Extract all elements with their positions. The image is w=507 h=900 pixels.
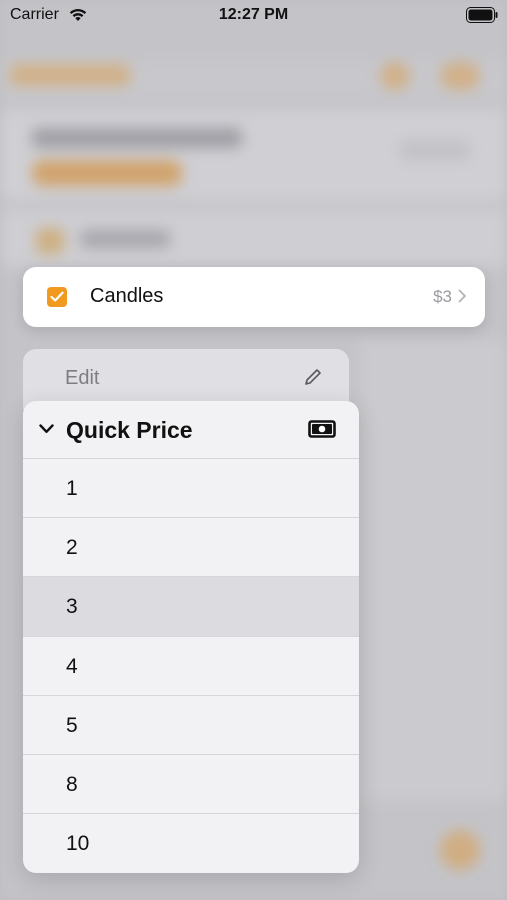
edit-label: Edit xyxy=(65,367,100,389)
price-option-3[interactable]: 3 xyxy=(23,577,359,637)
price-option-label: 5 xyxy=(66,713,78,737)
battery-icon xyxy=(466,7,498,23)
chevron-right-icon xyxy=(458,289,466,303)
price-option-label: 4 xyxy=(66,654,78,678)
quick-price-title: Quick Price xyxy=(66,417,193,443)
price-option-2[interactable]: 2 xyxy=(23,518,359,578)
quick-price-menu: Quick Price 1 2 3 4 5 8 10 xyxy=(23,401,359,873)
pencil-icon xyxy=(305,369,321,385)
price-option-label: 1 xyxy=(66,477,78,500)
price-option-10[interactable]: 10 xyxy=(23,814,359,873)
edit-menu-item[interactable]: Edit xyxy=(23,349,349,409)
price-option-label: 8 xyxy=(66,772,78,796)
item-checkbox[interactable] xyxy=(47,287,67,307)
price-option-5[interactable]: 5 xyxy=(23,696,359,755)
status-bar: Carrier 12:27 PM xyxy=(0,0,507,30)
item-price: $3 xyxy=(433,287,452,306)
price-option-label: 3 xyxy=(66,595,78,619)
shopping-item-card[interactable]: Candles $3 xyxy=(23,267,485,327)
checkmark-icon xyxy=(50,291,64,302)
price-option-label: 2 xyxy=(66,536,78,560)
clock-time: 12:27 PM xyxy=(218,6,289,23)
chevron-down-icon xyxy=(39,424,54,433)
banknote-icon xyxy=(308,420,336,438)
price-option-8[interactable]: 8 xyxy=(23,755,359,815)
price-option-label: 10 xyxy=(66,832,90,856)
item-name: Candles xyxy=(90,285,164,307)
price-option-4[interactable]: 4 xyxy=(23,637,359,696)
price-option-1[interactable]: 1 xyxy=(23,459,359,519)
quick-price-header[interactable]: Quick Price xyxy=(23,401,359,459)
